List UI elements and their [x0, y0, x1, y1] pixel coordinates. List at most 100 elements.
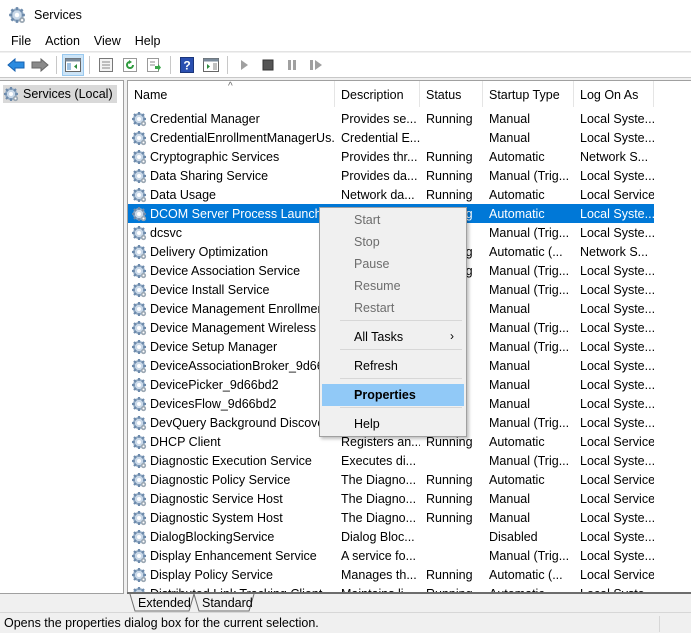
service-name-text: Display Policy Service	[150, 567, 273, 582]
service-name: Device Management Wireless Ap...	[128, 318, 335, 337]
start-service-button[interactable]	[233, 54, 255, 76]
pause-icon	[288, 60, 296, 70]
show-hide-action-pane-button[interactable]	[200, 54, 222, 76]
service-name-text: Diagnostic Service Host	[150, 491, 283, 506]
service-row[interactable]: Distributed Link Tracking ClientMaintain…	[128, 584, 691, 592]
service-row[interactable]: Display Enhancement Service A service fo.…	[128, 546, 691, 565]
service-status	[420, 546, 483, 565]
service-gear-icon	[131, 566, 147, 583]
menu-item-label: Help	[354, 417, 380, 431]
service-name: Diagnostic Execution Service	[128, 451, 335, 470]
service-description: Provides se...	[341, 111, 417, 126]
service-name-text: DevicePicker_9d66bd2	[150, 377, 279, 392]
column-header-description[interactable]: Description	[335, 81, 420, 107]
context-menu-item-help[interactable]: Help	[322, 413, 464, 435]
service-row[interactable]: Data Sharing Service Provides da... Runnin…	[128, 166, 691, 185]
tree-item-services-local[interactable]: Services (Local)	[3, 85, 117, 103]
service-status: Running	[426, 168, 473, 183]
menu-item-label: Refresh	[354, 359, 398, 373]
service-log-on-as: Local Syste...	[580, 282, 654, 297]
service-row[interactable]: Data Usage Network da... Running Automatic L…	[128, 185, 691, 204]
context-menu-item-refresh[interactable]: Refresh	[322, 355, 464, 377]
context-menu-item-all-tasks[interactable]: All Tasks ›	[322, 326, 464, 348]
menu-file[interactable]: File	[4, 34, 38, 48]
stop-service-button[interactable]	[257, 54, 279, 76]
service-gear-icon	[131, 186, 147, 203]
column-header-status[interactable]: Status	[420, 81, 483, 107]
service-name: Diagnostic Policy Service	[128, 470, 335, 489]
restart-icon	[310, 60, 322, 70]
service-name: DCOM Server Process Launcher	[128, 204, 335, 223]
menu-view[interactable]: View	[87, 34, 128, 48]
context-menu-item-properties[interactable]: Properties	[322, 384, 464, 406]
menu-item-label: All Tasks	[354, 330, 404, 344]
service-gear-icon	[131, 547, 147, 564]
pause-service-button[interactable]	[281, 54, 303, 76]
window-title: Services	[34, 8, 82, 22]
service-log-on-as: Local Syste...	[580, 453, 654, 468]
tab-standard[interactable]: Standard	[202, 594, 253, 612]
forward-arrow-icon	[31, 58, 49, 72]
service-name: dcsvc	[128, 223, 335, 242]
toolbar-separator	[227, 56, 228, 74]
column-header-label: Name	[134, 88, 168, 102]
service-name-text: Delivery Optimization	[150, 244, 269, 259]
column-header-log-on-as[interactable]: Log On As	[574, 81, 654, 107]
service-status	[420, 527, 483, 546]
menu-item-label: Start	[354, 213, 381, 227]
service-description: Network da...	[341, 187, 415, 202]
menu-help[interactable]: Help	[128, 34, 168, 48]
export-list-icon	[147, 58, 161, 72]
stop-icon	[262, 59, 274, 71]
service-name-text: Display Enhancement Service	[150, 548, 317, 563]
service-description: Executes di...	[341, 453, 417, 468]
service-name-text: DeviceAssociationBroker_9d66bd2	[150, 358, 335, 373]
menu-item-label: Stop	[354, 235, 380, 249]
refresh-button[interactable]	[119, 54, 141, 76]
service-name-text: CredentialEnrollmentManagerUs...	[150, 130, 335, 145]
status-text: Opens the properties dialog box for the …	[4, 616, 319, 630]
sort-ascending-icon: ^	[228, 81, 233, 92]
service-log-on-as: Network S...	[580, 244, 649, 259]
menu-item-label: Pause	[354, 257, 390, 271]
service-startup-type: Manual (Trig...	[489, 282, 570, 297]
service-startup-type: Manual	[489, 358, 530, 373]
submenu-arrow-icon: ›	[450, 329, 454, 343]
properties-button[interactable]	[95, 54, 117, 76]
forward-button[interactable]	[29, 54, 51, 76]
service-status: Running	[426, 472, 473, 487]
service-name: Device Management Enrollment...	[128, 299, 335, 318]
menu-action[interactable]: Action	[38, 34, 87, 48]
service-row[interactable]: Diagnostic Service Host The Diagno... Runn…	[128, 489, 691, 508]
export-list-button[interactable]	[143, 54, 165, 76]
service-row[interactable]: CredentialEnrollmentManagerUs... Credenti…	[128, 128, 691, 147]
service-gear-icon	[131, 471, 147, 488]
menu-item-label: Resume	[354, 279, 401, 293]
context-menu-item-restart: Restart	[322, 297, 464, 319]
service-description: The Diagno...	[341, 472, 417, 487]
service-gear-icon	[131, 205, 147, 222]
menu-separator	[340, 407, 462, 408]
service-row[interactable]: Diagnostic Execution Service Executes di.…	[128, 451, 691, 470]
toolbar-separator	[56, 56, 57, 74]
show-hide-console-tree-button[interactable]	[62, 54, 84, 76]
service-row[interactable]: Diagnostic Policy Service The Diagno... Ru…	[128, 470, 691, 489]
service-log-on-as: Local Syste...	[580, 225, 654, 240]
column-header-startup-type[interactable]: Startup Type	[483, 81, 574, 107]
tab-extended[interactable]: Extended	[138, 594, 191, 612]
restart-service-button[interactable]	[305, 54, 327, 76]
service-gear-icon	[131, 148, 147, 165]
service-row[interactable]: Diagnostic System Host The Diagno... Runni…	[128, 508, 691, 527]
service-row[interactable]: Cryptographic Services Provides thr... Run…	[128, 147, 691, 166]
column-header-name[interactable]: ^ Name	[128, 81, 335, 107]
toolbar-separator	[89, 56, 90, 74]
back-button[interactable]	[5, 54, 27, 76]
service-row[interactable]: Credential Manager Provides se... Running M…	[128, 109, 691, 128]
service-row[interactable]: DialogBlockingService Dialog Bloc... Disab…	[128, 527, 691, 546]
service-description: Dialog Bloc...	[341, 529, 415, 544]
service-row[interactable]: Display Policy Service Manages th... Runni…	[128, 565, 691, 584]
help-button[interactable]: ?	[176, 54, 198, 76]
service-startup-type: Manual	[489, 130, 530, 145]
menu-item-label: Properties	[354, 388, 416, 402]
service-name-text: Diagnostic Policy Service	[150, 472, 291, 487]
